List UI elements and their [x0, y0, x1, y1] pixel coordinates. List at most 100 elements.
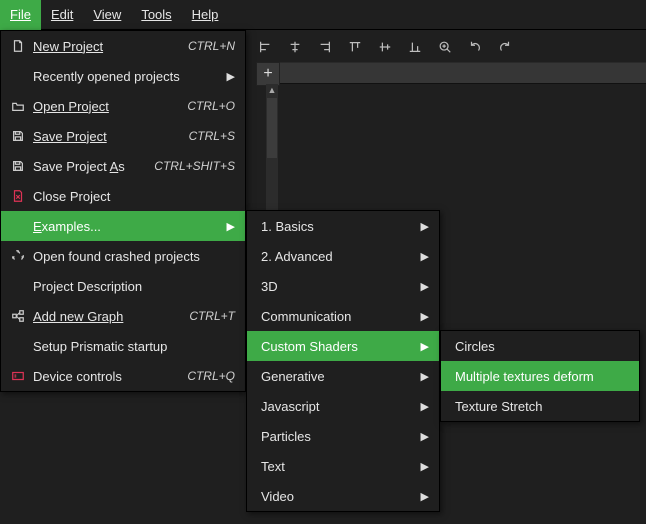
- menu-item-label: Device controls: [33, 369, 167, 384]
- menu-item-close-project[interactable]: Close Project: [1, 181, 245, 211]
- menu-item-shortcut: CTRL+N: [188, 39, 235, 53]
- menu-item-setup-startup[interactable]: Setup Prismatic startup: [1, 331, 245, 361]
- menu-item-project-description[interactable]: Project Description: [1, 271, 245, 301]
- file-new-icon: [9, 39, 27, 53]
- menu-item-label: Save Project: [33, 129, 169, 144]
- vertical-scrollbar[interactable]: ▲: [266, 84, 278, 210]
- menu-item-javascript[interactable]: Javascript ▶: [247, 391, 439, 421]
- menu-item-label: Generative: [261, 369, 409, 384]
- redo-icon[interactable]: [496, 38, 514, 56]
- submenu-arrow-icon: ▶: [417, 250, 429, 263]
- undo-icon[interactable]: [466, 38, 484, 56]
- submenu-arrow-icon: ▶: [417, 340, 429, 353]
- menu-tools[interactable]: Tools: [131, 0, 181, 30]
- zoom-icon[interactable]: [436, 38, 454, 56]
- menu-item-multiple-textures-deform[interactable]: Multiple textures deform: [441, 361, 639, 391]
- submenu-arrow-icon: ▶: [223, 70, 235, 83]
- submenu-arrow-icon: ▶: [417, 460, 429, 473]
- align-bottom-icon[interactable]: [406, 38, 424, 56]
- menu-item-device-controls[interactable]: Device controls CTRL+Q: [1, 361, 245, 391]
- menu-item-open-crashed[interactable]: Open found crashed projects: [1, 241, 245, 271]
- menu-item-label: Multiple textures deform: [455, 369, 629, 384]
- menu-item-label: Close Project: [33, 189, 235, 204]
- menu-item-label: Add new Graph: [33, 309, 169, 324]
- menu-item-label: Open found crashed projects: [33, 249, 235, 264]
- menu-item-label: Particles: [261, 429, 409, 444]
- menu-item-custom-shaders[interactable]: Custom Shaders ▶: [247, 331, 439, 361]
- align-center-v-icon[interactable]: [376, 38, 394, 56]
- menu-item-shortcut: CTRL+SHIT+S: [154, 159, 235, 173]
- menu-item-label: Custom Shaders: [261, 339, 409, 354]
- menu-item-label: Circles: [455, 339, 629, 354]
- menu-item-save-project[interactable]: Save Project CTRL+S: [1, 121, 245, 151]
- file-menu: New Project CTRL+N Recently opened proje…: [0, 30, 246, 392]
- toolbar: [256, 34, 514, 60]
- menu-view[interactable]: View: [83, 0, 131, 30]
- menu-item-circles[interactable]: Circles: [441, 331, 639, 361]
- menu-item-label: Setup Prismatic startup: [33, 339, 235, 354]
- menu-item-add-graph[interactable]: Add new Graph CTRL+T: [1, 301, 245, 331]
- submenu-arrow-icon: ▶: [417, 220, 429, 233]
- submenu-arrow-icon: ▶: [417, 490, 429, 503]
- submenu-arrow-icon: ▶: [223, 220, 235, 233]
- menu-item-communication[interactable]: Communication ▶: [247, 301, 439, 331]
- recycle-icon: [9, 249, 27, 263]
- folder-open-icon: [9, 99, 27, 113]
- menu-item-new-project[interactable]: New Project CTRL+N: [1, 31, 245, 61]
- menu-item-label: Video: [261, 489, 409, 504]
- align-right-icon[interactable]: [316, 38, 334, 56]
- file-close-icon: [9, 189, 27, 203]
- menu-item-label: Examples...: [33, 219, 215, 234]
- save-icon: [9, 129, 27, 143]
- menu-item-shortcut: CTRL+T: [189, 309, 235, 323]
- menu-item-shortcut: CTRL+Q: [187, 369, 235, 383]
- menu-file[interactable]: File: [0, 0, 41, 30]
- scroll-up-arrow[interactable]: ▲: [266, 84, 278, 96]
- menu-item-label: Project Description: [33, 279, 235, 294]
- menu-item-video[interactable]: Video ▶: [247, 481, 439, 511]
- menu-item-save-project-as[interactable]: Save Project As CTRL+SHIT+S: [1, 151, 245, 181]
- submenu-arrow-icon: ▶: [417, 310, 429, 323]
- menu-item-label: Texture Stretch: [455, 399, 629, 414]
- menu-item-basics[interactable]: 1. Basics ▶: [247, 211, 439, 241]
- menu-item-label: Save Project As: [33, 159, 134, 174]
- menu-help[interactable]: Help: [182, 0, 229, 30]
- menu-item-label: 2. Advanced: [261, 249, 409, 264]
- tab-strip: +: [256, 62, 646, 84]
- menu-item-advanced[interactable]: 2. Advanced ▶: [247, 241, 439, 271]
- menu-item-recent-projects[interactable]: Recently opened projects ▶: [1, 61, 245, 91]
- align-left-icon[interactable]: [256, 38, 274, 56]
- menu-item-label: Open Project: [33, 99, 167, 114]
- menu-item-label: Javascript: [261, 399, 409, 414]
- submenu-arrow-icon: ▶: [417, 400, 429, 413]
- menu-edit[interactable]: Edit: [41, 0, 83, 30]
- menu-item-shortcut: CTRL+O: [187, 99, 235, 113]
- device-icon: [9, 369, 27, 383]
- menu-item-particles[interactable]: Particles ▶: [247, 421, 439, 451]
- menubar: File Edit View Tools Help: [0, 0, 646, 30]
- add-tab-button[interactable]: +: [256, 62, 280, 86]
- graph-icon: [9, 309, 27, 323]
- menu-item-shortcut: CTRL+S: [189, 129, 235, 143]
- menu-item-label: Communication: [261, 309, 409, 324]
- submenu-arrow-icon: ▶: [417, 370, 429, 383]
- menu-item-generative[interactable]: Generative ▶: [247, 361, 439, 391]
- examples-menu: 1. Basics ▶ 2. Advanced ▶ 3D ▶ Communica…: [246, 210, 440, 512]
- menu-item-label: Recently opened projects: [33, 69, 215, 84]
- menu-item-label: Text: [261, 459, 409, 474]
- submenu-arrow-icon: ▶: [417, 430, 429, 443]
- menu-item-open-project[interactable]: Open Project CTRL+O: [1, 91, 245, 121]
- submenu-arrow-icon: ▶: [417, 280, 429, 293]
- save-as-icon: [9, 159, 27, 173]
- menu-item-text[interactable]: Text ▶: [247, 451, 439, 481]
- menu-item-3d[interactable]: 3D ▶: [247, 271, 439, 301]
- menu-item-label: New Project: [33, 39, 168, 54]
- menu-item-label: 3D: [261, 279, 409, 294]
- menu-item-texture-stretch[interactable]: Texture Stretch: [441, 391, 639, 421]
- menu-item-examples[interactable]: Examples... ▶: [1, 211, 245, 241]
- scroll-thumb[interactable]: [267, 98, 277, 158]
- align-top-icon[interactable]: [346, 38, 364, 56]
- menu-item-label: 1. Basics: [261, 219, 409, 234]
- align-center-h-icon[interactable]: [286, 38, 304, 56]
- custom-shaders-menu: Circles Multiple textures deform Texture…: [440, 330, 640, 422]
